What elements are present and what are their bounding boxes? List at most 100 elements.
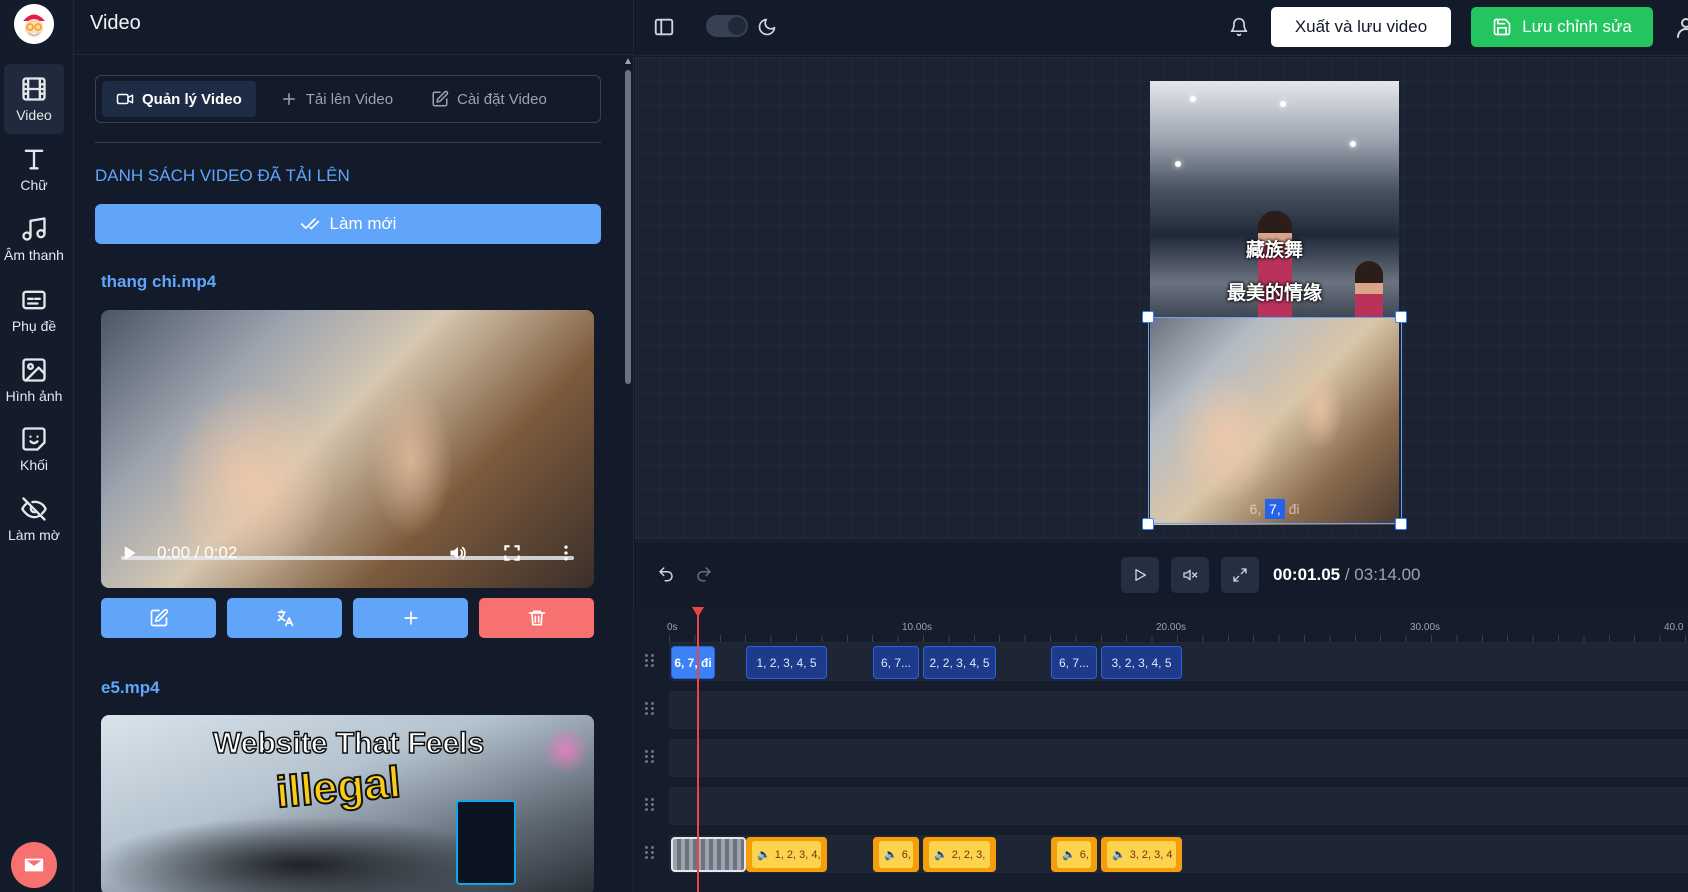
- resize-handle[interactable]: [1395, 311, 1407, 323]
- video-thumbnail[interactable]: Website That Feels illegal: [101, 715, 594, 892]
- resize-handle[interactable]: [1142, 311, 1154, 323]
- sidebar-toggle-icon[interactable]: [653, 16, 675, 38]
- ruler-label: 40.0: [1664, 622, 1684, 633]
- video-player[interactable]: 0:00 / 0:02: [101, 310, 594, 588]
- drag-handle-icon[interactable]: [645, 846, 657, 860]
- audio-clip[interactable]: 🔈 3, 2, 3, 4: [1101, 837, 1182, 872]
- audio-clip-label: 2, 2, 3,: [951, 848, 986, 861]
- rail-item-images[interactable]: Hình ảnh: [4, 345, 64, 415]
- volume-mute-icon: [1183, 569, 1198, 581]
- time-ruler[interactable]: 0s 10.00s 20.00s 30.00s 40.0: [667, 609, 1688, 643]
- drag-handle-icon[interactable]: [645, 702, 657, 716]
- preview-clip-dance[interactable]: 藏族舞 最美的情缘: [1150, 81, 1399, 371]
- current-time: 00:01.05: [1273, 565, 1341, 584]
- mute-button[interactable]: [1171, 557, 1209, 593]
- drag-handle-icon[interactable]: [645, 798, 657, 812]
- tab-upload-video[interactable]: Tải lên Video: [266, 81, 407, 117]
- more-icon[interactable]: [556, 543, 576, 563]
- subtitle-clip[interactable]: 6, 7...: [1051, 646, 1097, 679]
- rail-item-blocks[interactable]: Khối: [4, 414, 64, 484]
- preview-subtitle: 藏族舞: [1245, 239, 1303, 261]
- ruler-label: 10.00s: [902, 622, 933, 633]
- tab-label: Cài đặt Video: [457, 90, 547, 108]
- play-button[interactable]: [1121, 557, 1159, 593]
- volume-icon[interactable]: [448, 543, 468, 563]
- rail-item-label: Khối: [19, 457, 49, 473]
- trash-icon: [528, 610, 545, 626]
- theme-toggle[interactable]: [706, 15, 748, 37]
- audio-clip[interactable]: 🔈 1, 2, 3, 4,: [746, 837, 827, 872]
- empty-track: [669, 739, 1688, 777]
- delete-video-button[interactable]: [479, 598, 594, 638]
- subtitle-clip[interactable]: 2, 2, 3, 4, 5: [923, 646, 996, 679]
- refresh-button[interactable]: Làm mới: [95, 204, 601, 244]
- panel-scrollbar[interactable]: [624, 58, 632, 384]
- video-time: 0:00 / 0:02: [157, 543, 238, 562]
- bell-icon[interactable]: [1229, 17, 1249, 37]
- video-actions: [101, 598, 594, 638]
- fullscreen-button[interactable]: [1221, 557, 1259, 593]
- sticker-icon: [22, 427, 46, 451]
- video-name: thang chi.mp4: [101, 272, 217, 291]
- subtitle-clip[interactable]: 3, 2, 3, 4, 5: [1101, 646, 1182, 679]
- toggle-knob: [728, 17, 746, 35]
- total-time: / 03:14.00: [1344, 565, 1421, 584]
- video-controls: 0:00 / 0:02: [101, 518, 594, 588]
- plus-icon: [282, 93, 295, 105]
- panel-title: Video: [90, 12, 141, 34]
- resize-handle[interactable]: [1395, 518, 1407, 530]
- undo-button[interactable]: [657, 565, 675, 588]
- rail-item-label: Hình ảnh: [5, 388, 63, 404]
- playhead[interactable]: [697, 610, 699, 892]
- rail-item-video[interactable]: Video: [4, 64, 64, 134]
- edit-video-button[interactable]: [101, 598, 216, 638]
- drag-handle-icon[interactable]: [645, 750, 657, 764]
- fullscreen-icon[interactable]: [502, 543, 522, 563]
- rail-item-label: Phụ đề: [11, 318, 57, 334]
- subtitle-clip[interactable]: 1, 2, 3, 4, 5: [746, 646, 827, 679]
- add-to-timeline-button[interactable]: [353, 598, 468, 638]
- empty-track: [669, 787, 1688, 825]
- rail-item-blur[interactable]: Làm mờ: [4, 484, 64, 554]
- save-edits-button[interactable]: Lưu chỉnh sửa: [1471, 7, 1653, 47]
- speaker-icon: 🔈: [884, 849, 898, 861]
- audio-clip-label: 1, 2, 3, 4,: [774, 848, 821, 861]
- play-icon[interactable]: [119, 543, 139, 563]
- audio-clip[interactable]: 🔈 2, 2, 3,: [923, 837, 996, 872]
- expand-icon: [1233, 568, 1247, 582]
- uploaded-videos-title: DANH SÁCH VIDEO ĐÃ TẢI LÊN: [95, 166, 350, 185]
- left-rail: Video Chữ Âm thanh Phụ đề Hình ảnh Khối …: [0, 0, 74, 892]
- user-icon[interactable]: [1674, 14, 1688, 40]
- moon-icon: [758, 18, 776, 36]
- empty-track: [669, 691, 1688, 729]
- tab-manage-video[interactable]: Quản lý Video: [102, 81, 256, 117]
- light: [1280, 101, 1286, 107]
- app-logo[interactable]: [14, 4, 54, 44]
- light: [1350, 141, 1356, 147]
- pixel-display: [456, 800, 516, 885]
- rail-item-text[interactable]: Chữ: [4, 134, 64, 204]
- subtitle-clip[interactable]: 6, 7...: [873, 646, 919, 679]
- rail-item-subtitles[interactable]: Phụ đề: [4, 275, 64, 345]
- scrollbar-thumb[interactable]: [625, 70, 631, 384]
- rail-item-audio[interactable]: Âm thanh: [4, 204, 64, 274]
- video-clip[interactable]: [671, 837, 746, 872]
- selection-box[interactable]: [1148, 317, 1402, 524]
- scroll-up-arrow[interactable]: [625, 58, 631, 64]
- audio-clip[interactable]: 🔈 6,: [873, 837, 919, 872]
- translate-video-button[interactable]: [227, 598, 342, 638]
- subtitle-clip[interactable]: 6, 7, đi: [671, 646, 715, 679]
- ruler-label: 20.00s: [1156, 622, 1187, 633]
- save-label: Lưu chỉnh sửa: [1522, 17, 1632, 36]
- resize-handle[interactable]: [1142, 518, 1154, 530]
- drag-handle-icon[interactable]: [645, 654, 657, 668]
- tab-video-settings[interactable]: Cài đặt Video: [417, 81, 561, 117]
- export-save-video-button[interactable]: Xuất và lưu video: [1271, 7, 1451, 47]
- audio-clip[interactable]: 🔈 6,: [1051, 837, 1097, 872]
- audio-clip-label: 3, 2, 3, 4: [1129, 848, 1173, 861]
- feedback-mail-button[interactable]: [11, 842, 57, 888]
- play-icon: [1135, 569, 1146, 581]
- music-icon: [22, 217, 46, 241]
- subtitle-icon: [22, 290, 46, 310]
- redo-button[interactable]: [695, 565, 713, 588]
